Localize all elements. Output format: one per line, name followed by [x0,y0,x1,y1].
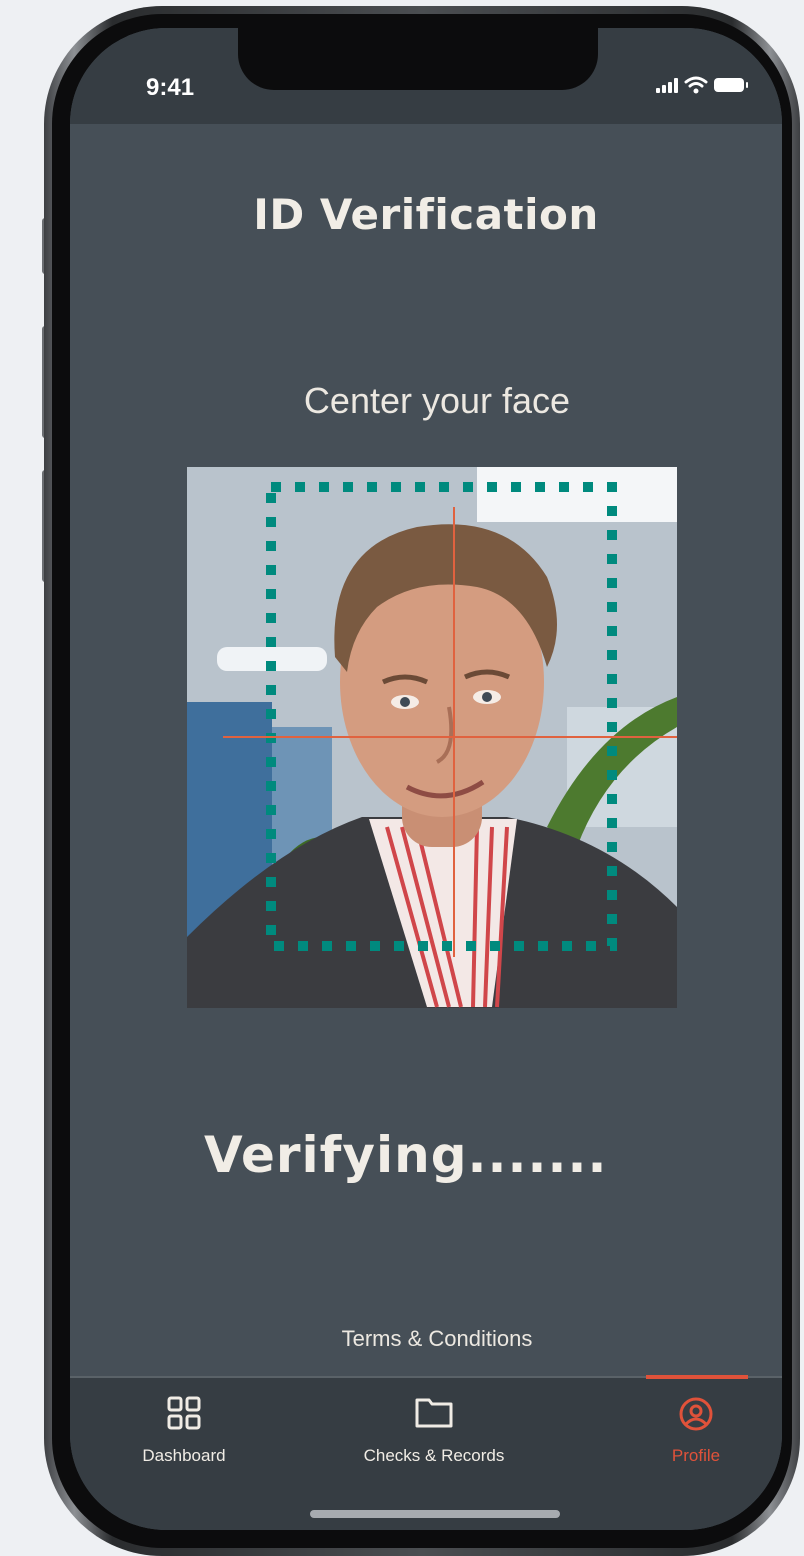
phone-screen: 9:41 ID Verification Center your face Ve… [70,28,782,1530]
terms-link[interactable]: Terms & Conditions [70,1326,782,1352]
tab-profile[interactable]: Profile [596,1378,782,1488]
notch [238,28,598,90]
face-instruction: Center your face [303,380,571,421]
face-photo [187,467,677,1008]
wifi-icon [684,76,708,94]
verification-status: Verifying....... [204,1126,608,1184]
battery-icon [714,78,748,92]
profile-icon [679,1397,713,1431]
bottom-tab-bar: Dashboard Checks & Records Profile [70,1375,782,1530]
status-bar: 9:41 [70,28,782,124]
tab-profile-label: Profile [671,1446,721,1465]
camera-preview [187,467,677,1008]
status-time: 9:41 [146,74,195,101]
signal-icon [656,77,678,93]
tab-dashboard-label: Dashboard [142,1446,226,1465]
page-title: ID Verification [253,190,599,239]
dashboard-grid-icon [167,1396,201,1430]
folder-icon [415,1398,453,1428]
tab-dashboard[interactable]: Dashboard [84,1378,284,1488]
tab-checks-records[interactable]: Checks & Records [334,1378,534,1488]
home-indicator[interactable] [310,1510,560,1518]
status-icons [656,76,748,94]
tab-checks-records-label: Checks & Records [363,1446,505,1465]
